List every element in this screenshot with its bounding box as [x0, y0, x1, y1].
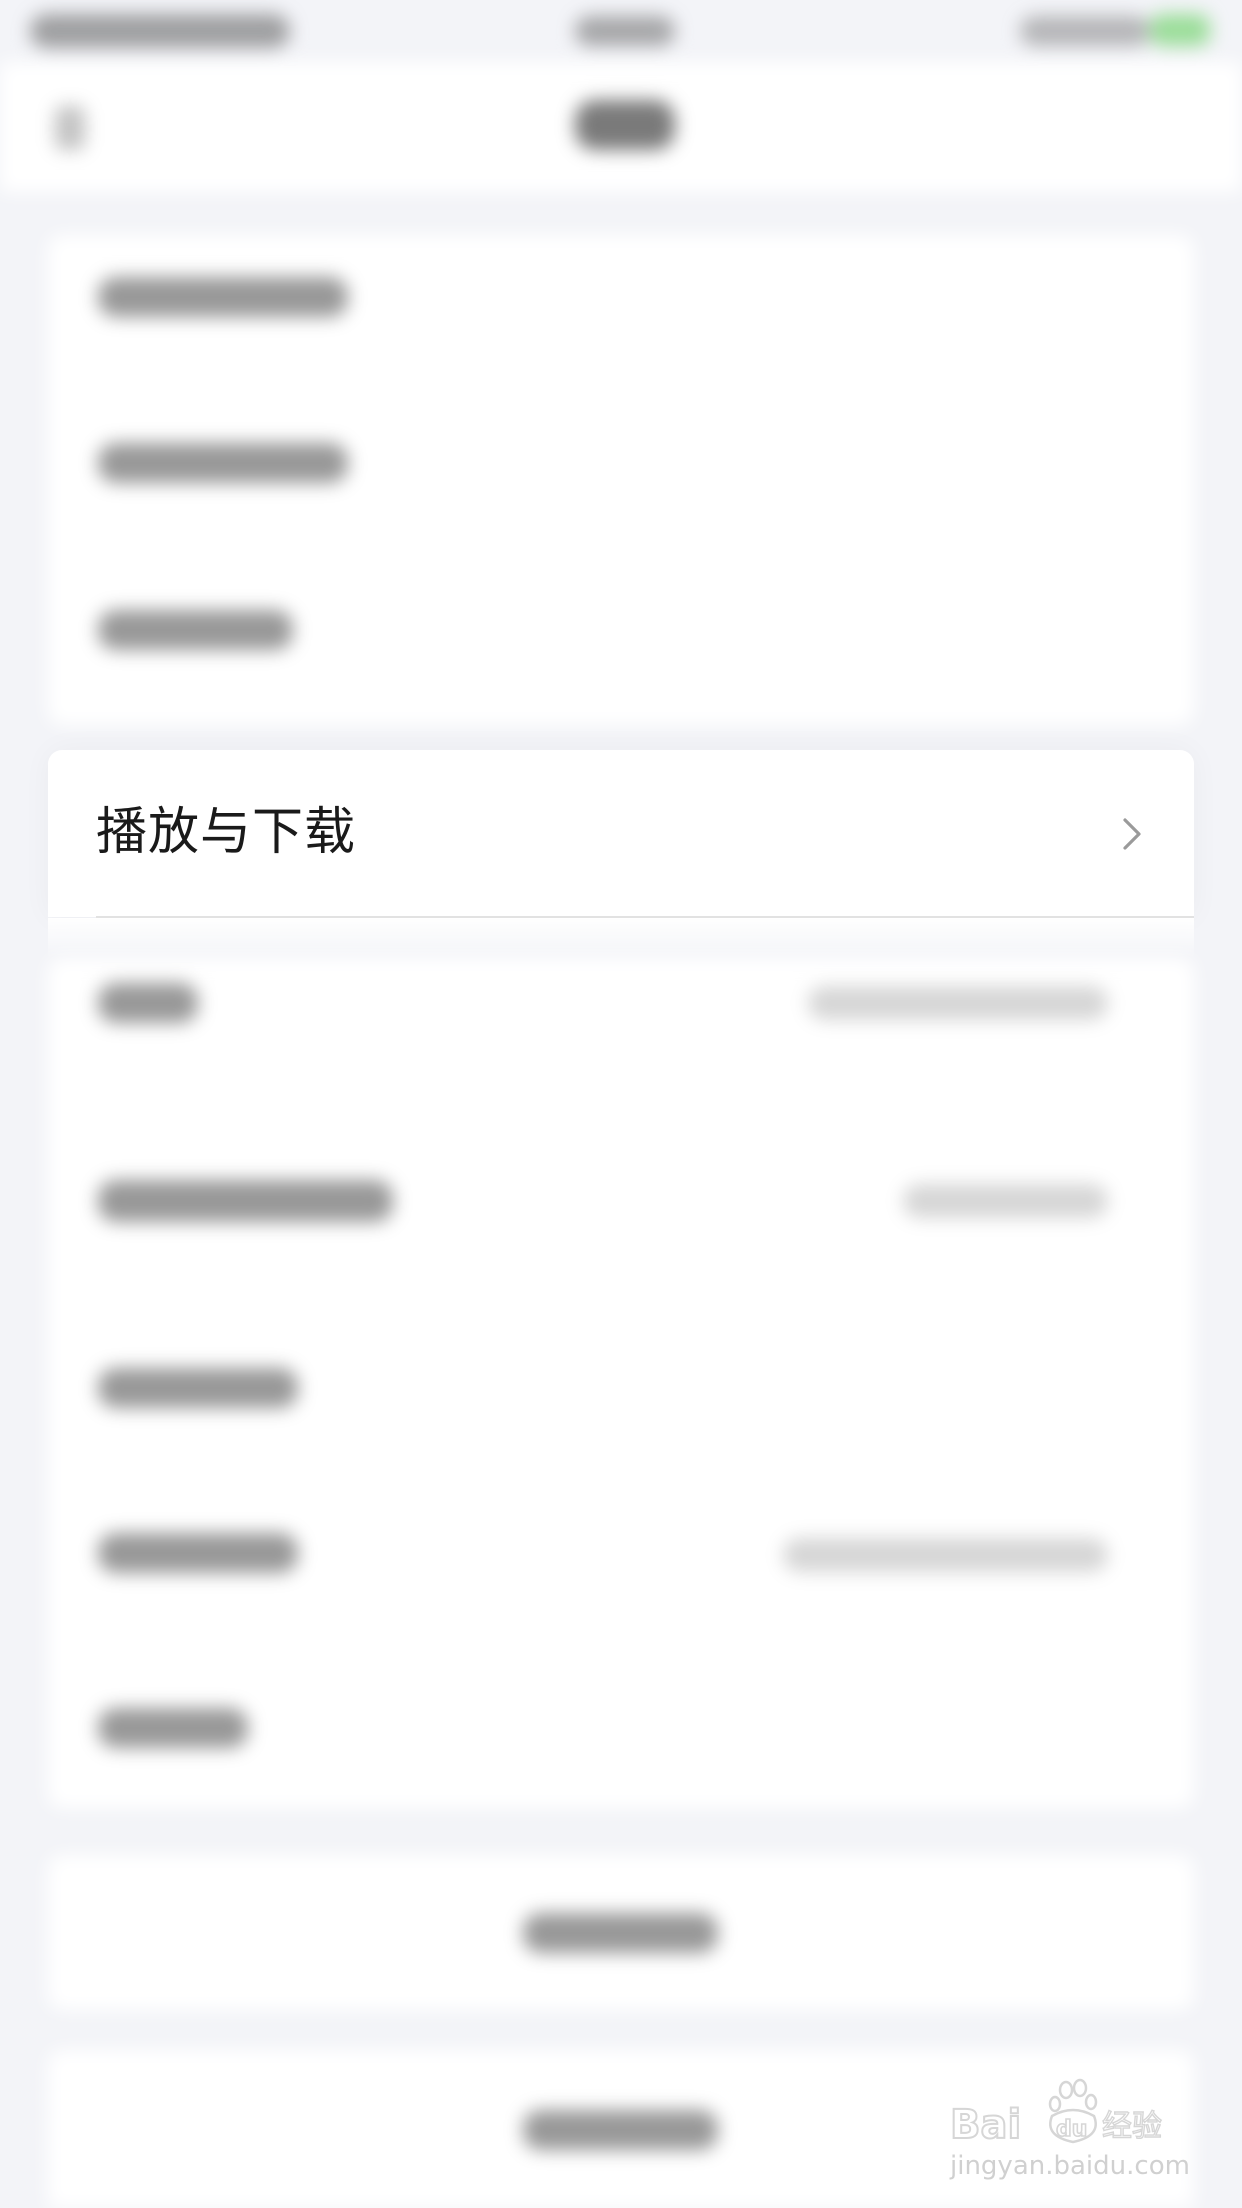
watermark-url: jingyan.baidu.com — [950, 2151, 1190, 2181]
settings-row-blurred[interactable] — [98, 443, 348, 483]
action-button-blurred[interactable] — [523, 2110, 718, 2150]
svg-text:Bai: Bai — [950, 2102, 1021, 2148]
back-icon[interactable] — [55, 106, 85, 150]
svg-text:经验: 经验 — [1102, 2109, 1162, 2144]
navigation-bar — [0, 62, 1242, 192]
settings-row-blurred[interactable] — [98, 277, 348, 317]
chevron-right-icon — [1123, 818, 1141, 850]
settings-screen: 播放与下载 Bai du 经验 jingyan.baidu.com — [0, 0, 1242, 2208]
baidu-logo-icon: Bai du 经验 — [949, 2078, 1163, 2148]
settings-value-blurred — [783, 1538, 1108, 1572]
battery-icon — [1150, 14, 1210, 46]
settings-row-blurred[interactable] — [98, 1368, 298, 1408]
blurred-background — [0, 0, 1242, 2208]
settings-value-blurred — [903, 1184, 1108, 1218]
settings-row-blurred[interactable] — [98, 610, 293, 650]
settings-row-label: 播放与下载 — [96, 803, 357, 862]
settings-row-blurred[interactable] — [98, 983, 198, 1023]
action-button-blurred[interactable] — [523, 1913, 718, 1953]
baidu-watermark: Bai du 经验 jingyan.baidu.com — [948, 2070, 1228, 2190]
status-time-blurred — [30, 14, 290, 48]
row-fade — [48, 918, 1194, 958]
settings-row-blurred[interactable] — [98, 1180, 393, 1222]
status-carrier-blurred — [575, 16, 675, 46]
settings-row-playback-download[interactable]: 播放与下载 — [48, 750, 1194, 917]
settings-row-blurred[interactable] — [98, 1533, 298, 1573]
status-bar — [0, 0, 1242, 62]
settings-group-top — [48, 235, 1194, 725]
settings-value-blurred — [808, 986, 1108, 1020]
svg-text:du: du — [1056, 2117, 1087, 2142]
page-title-blurred — [575, 100, 675, 150]
settings-row-blurred[interactable] — [98, 1708, 248, 1748]
action-group-blurred — [48, 1855, 1194, 2010]
settings-group-main — [48, 958, 1194, 1808]
status-indicators-blurred — [1020, 16, 1150, 46]
